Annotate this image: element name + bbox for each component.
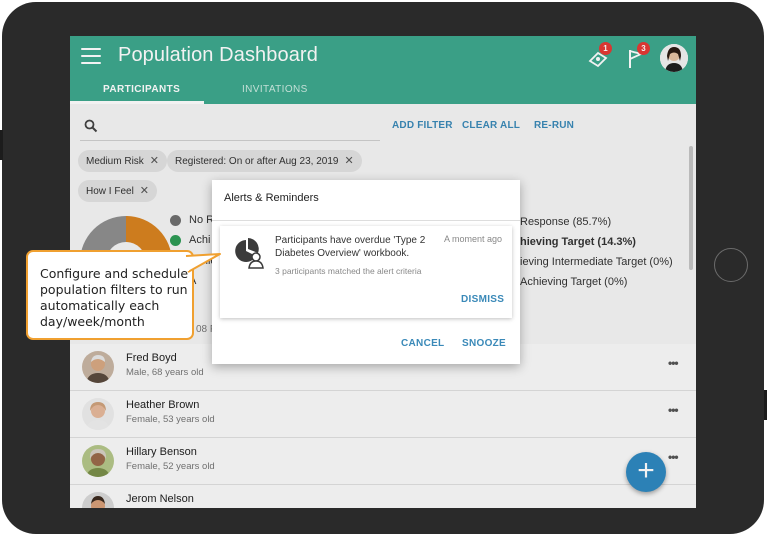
callout-text: Configure and schedule population filter…: [40, 266, 189, 329]
alert-card: Participants have overdue 'Type 2 Diabet…: [220, 226, 512, 318]
alerts-dialog: Alerts & Reminders Participants have ove…: [212, 180, 520, 364]
feature-callout: Configure and schedule population filter…: [26, 250, 194, 340]
device-side-button: [0, 130, 3, 160]
alert-timestamp: A moment ago: [444, 234, 503, 244]
home-button[interactable]: [714, 248, 748, 282]
snooze-button[interactable]: SNOOZE: [462, 338, 506, 349]
cancel-button[interactable]: CANCEL: [401, 338, 444, 349]
dialog-title: Alerts & Reminders: [224, 192, 319, 204]
device-side-button-right: [764, 390, 767, 420]
alert-detail: 3 participants matched the alert criteri…: [275, 266, 422, 276]
divider: [212, 220, 520, 221]
alert-message: Participants have overdue 'Type 2 Diabet…: [275, 235, 426, 259]
callout-pointer: [184, 253, 221, 273]
population-alert-icon: [235, 238, 264, 269]
dismiss-button[interactable]: DISMISS: [461, 294, 504, 305]
